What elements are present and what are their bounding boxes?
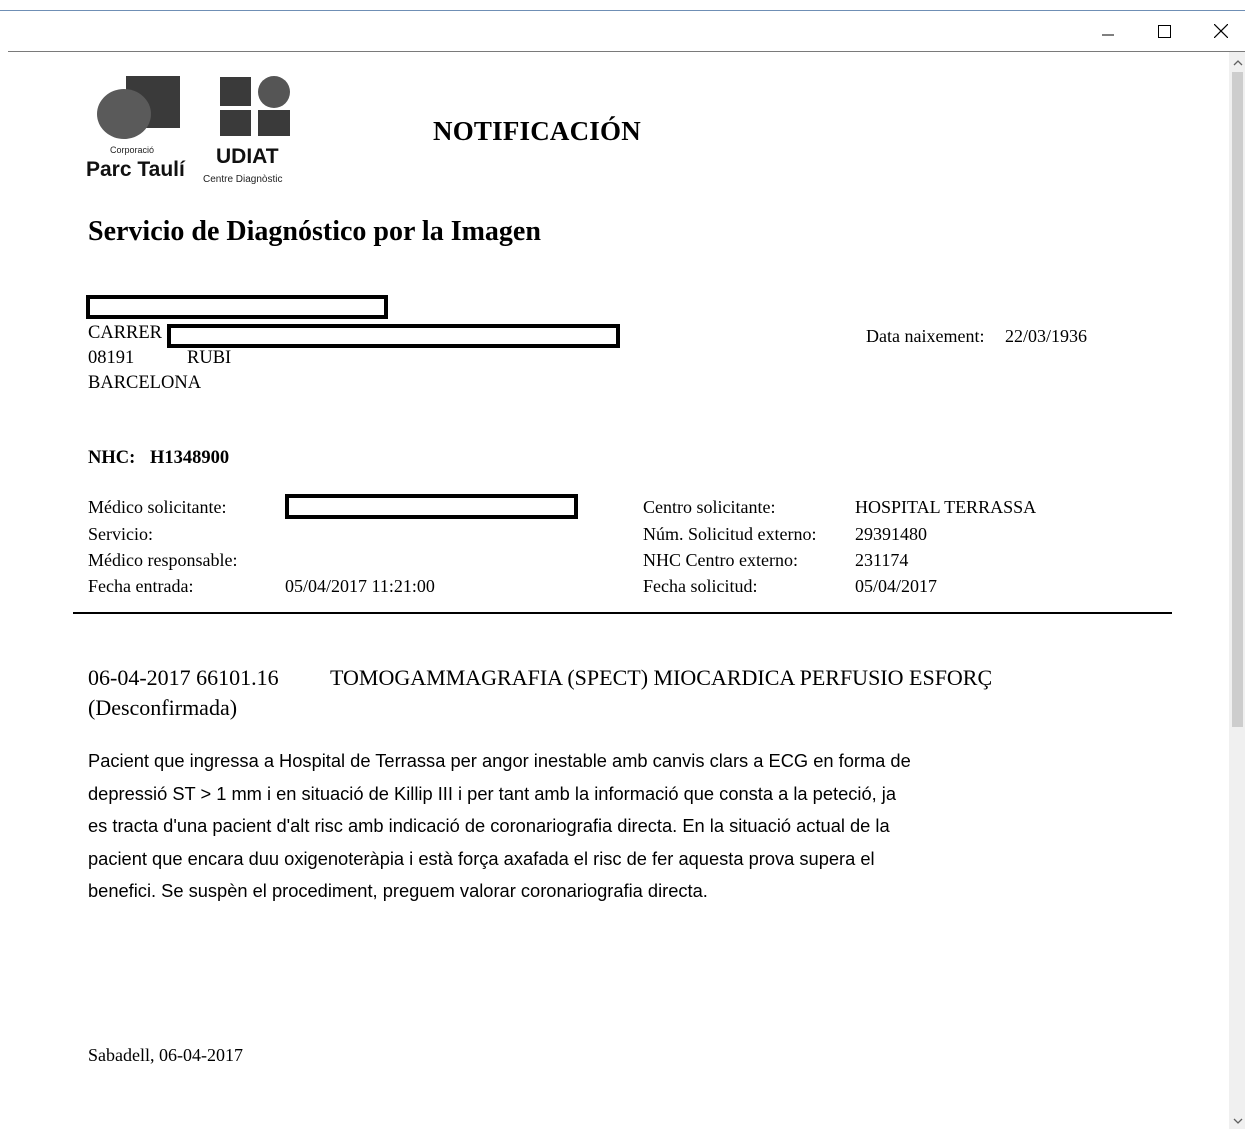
service-title: Servicio de Diagnóstico por la Imagen	[88, 216, 541, 247]
nhc-label: NHC:	[88, 448, 136, 468]
redacted-patient-name	[86, 295, 388, 319]
report-line: Pacient que ingressa a Hospital de Terra…	[88, 750, 911, 771]
maximize-icon	[1157, 24, 1171, 38]
request-label: Servicio:	[88, 524, 153, 544]
parc-tauli-logo: Corporació Parc Taulí	[84, 72, 194, 188]
redacted-address	[167, 324, 620, 348]
parc-tauli-subtitle: Corporació	[110, 145, 155, 155]
scroll-down-button[interactable]	[1231, 1114, 1245, 1128]
nhc-value: H1348900	[150, 448, 230, 468]
request-label: Fecha entrada:	[88, 576, 194, 596]
close-icon	[1214, 24, 1228, 38]
report-line: es tracta d'una pacient d'alt risc amb i…	[88, 815, 890, 836]
birth-date-label: Data naixement:	[866, 326, 985, 346]
request-label: Fecha solicitud:	[643, 576, 758, 596]
request-value: HOSPITAL TERRASSA	[855, 497, 1037, 517]
request-label: Médico responsable:	[88, 550, 238, 570]
footer-place-date: Sabadell, 06-04-2017	[88, 1045, 243, 1065]
redacted-requesting-doctor	[285, 494, 578, 519]
procedure-date-code: 06-04-2017 66101.16	[88, 665, 279, 690]
report-line: pacient que encara duu oxigenoteràpia i …	[88, 847, 875, 869]
request-value: 231174	[855, 550, 909, 570]
udiat-logo: UDIAT Centre Diagnòstic	[200, 72, 310, 188]
request-label: Núm. Solicitud externo:	[643, 524, 817, 544]
window-titlebar[interactable]	[0, 11, 1245, 51]
patient-province: BARCELONA	[88, 373, 202, 393]
udiat-name: UDIAT	[216, 145, 279, 168]
close-button[interactable]	[1201, 14, 1241, 48]
udiat-subtitle: Centre Diagnòstic	[203, 174, 283, 185]
parc-tauli-name: Parc Taulí	[86, 158, 185, 181]
document-title: NOTIFICACIÓN	[433, 116, 641, 146]
chevron-up-icon	[1233, 60, 1243, 66]
scrollbar-thumb[interactable]	[1232, 72, 1243, 727]
request-label: Centro solicitante:	[643, 497, 776, 517]
request-label: Médico solicitante:	[88, 497, 227, 517]
report-line: depressió ST > 1 mm i en situació de Kil…	[88, 782, 897, 804]
udiat-emblem	[220, 76, 290, 136]
request-label: NHC Centro externo:	[643, 550, 798, 570]
minimize-button[interactable]	[1088, 14, 1128, 48]
chevron-down-icon	[1233, 1118, 1243, 1124]
request-value: 29391480	[855, 524, 927, 544]
report-body: Pacient que ingressa a Hospital de Terra…	[88, 745, 988, 908]
request-value: 05/04/2017	[855, 576, 938, 596]
titlebar-divider	[8, 51, 1245, 52]
maximize-button[interactable]	[1144, 14, 1184, 48]
request-value: 05/04/2017 11:21:00	[285, 576, 435, 596]
birth-date-value: 22/03/1936	[1005, 326, 1088, 346]
procedure-name: TOMOGAMMAGRAFIA (SPECT) MIOCARDICA PERFU…	[330, 665, 993, 690]
patient-postal-code: 08191	[88, 348, 135, 368]
report-line: benefici. Se suspèn el procediment, preg…	[88, 880, 708, 901]
minimize-icon	[1102, 34, 1114, 36]
patient-address: CARRER	[88, 323, 163, 343]
section-divider	[73, 612, 1172, 614]
scroll-up-button[interactable]	[1231, 56, 1245, 70]
procedure-status: (Desconfirmada)	[88, 695, 238, 720]
patient-city: RUBI	[187, 348, 232, 368]
